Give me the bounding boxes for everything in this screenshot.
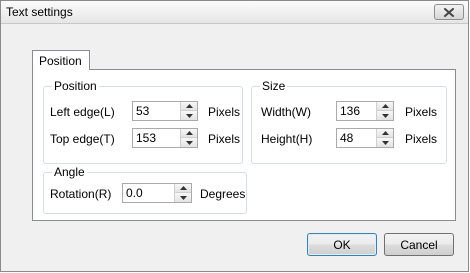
size-group-title: Size	[260, 79, 288, 93]
arrow-down-icon	[179, 195, 187, 200]
angle-group: Angle Rotation(R) Degrees	[43, 165, 247, 214]
top-edge-label: Top edge(T)	[50, 132, 115, 146]
top-edge-spin-down[interactable]	[181, 138, 197, 147]
arrow-down-icon	[381, 140, 389, 145]
rotation-label: Rotation(R)	[50, 187, 112, 201]
top-edge-input[interactable]	[133, 129, 173, 147]
rotation-spin-up[interactable]	[175, 184, 191, 193]
left-edge-spin-up[interactable]	[181, 102, 197, 111]
rotation-input[interactable]	[123, 184, 163, 202]
height-spin-buttons	[376, 129, 393, 147]
left-edge-spin-buttons	[180, 102, 197, 120]
ok-button[interactable]: OK	[307, 233, 377, 256]
width-spin-up[interactable]	[377, 102, 393, 111]
text-settings-dialog: Text settings Position Position Left edg…	[0, 0, 469, 272]
rotation-unit: Degrees	[200, 187, 246, 201]
close-button[interactable]	[434, 4, 464, 20]
left-edge-unit: Pixels	[208, 105, 241, 119]
arrow-up-icon	[381, 104, 389, 108]
arrow-up-icon	[179, 186, 187, 190]
window-title: Text settings	[6, 5, 73, 19]
left-edge-spinbox[interactable]	[132, 101, 198, 121]
position-group: Position Left edge(L) Pixels Top edge(T)…	[43, 79, 243, 164]
top-edge-spinbox[interactable]	[132, 128, 198, 148]
top-edge-spin-up[interactable]	[181, 129, 197, 138]
height-spinbox[interactable]	[336, 128, 394, 148]
position-group-title: Position	[52, 79, 99, 93]
tab-panel-position: Position Left edge(L) Pixels Top edge(T)…	[32, 69, 456, 221]
width-spin-down[interactable]	[377, 111, 393, 120]
height-label: Height(H)	[261, 132, 313, 146]
height-spin-up[interactable]	[377, 129, 393, 138]
width-label: Width(W)	[261, 105, 311, 119]
arrow-up-icon	[185, 131, 193, 135]
arrow-down-icon	[185, 113, 193, 118]
left-edge-input[interactable]	[133, 102, 173, 120]
left-edge-label: Left edge(L)	[50, 105, 115, 119]
width-spin-buttons	[376, 102, 393, 120]
height-input[interactable]	[337, 129, 377, 147]
title-bar[interactable]: Text settings	[1, 1, 468, 24]
width-input[interactable]	[337, 102, 377, 120]
tab-position-label: Position	[39, 54, 82, 68]
left-edge-spin-down[interactable]	[181, 111, 197, 120]
width-unit: Pixels	[405, 105, 438, 119]
angle-group-title: Angle	[52, 165, 87, 179]
cancel-button[interactable]: Cancel	[384, 233, 454, 256]
arrow-up-icon	[185, 104, 193, 108]
rotation-spin-down[interactable]	[175, 193, 191, 202]
top-edge-spin-buttons	[180, 129, 197, 147]
tab-position[interactable]: Position	[32, 50, 90, 70]
arrow-down-icon	[185, 140, 193, 145]
height-spin-down[interactable]	[377, 138, 393, 147]
width-spinbox[interactable]	[336, 101, 394, 121]
size-group: Size Width(W) Pixels Height(H) Pixels	[251, 79, 447, 164]
rotation-spin-buttons	[174, 184, 191, 202]
height-unit: Pixels	[405, 132, 438, 146]
close-icon	[444, 7, 454, 17]
arrow-down-icon	[381, 113, 389, 118]
arrow-up-icon	[381, 131, 389, 135]
rotation-spinbox[interactable]	[122, 183, 192, 203]
top-edge-unit: Pixels	[208, 132, 241, 146]
